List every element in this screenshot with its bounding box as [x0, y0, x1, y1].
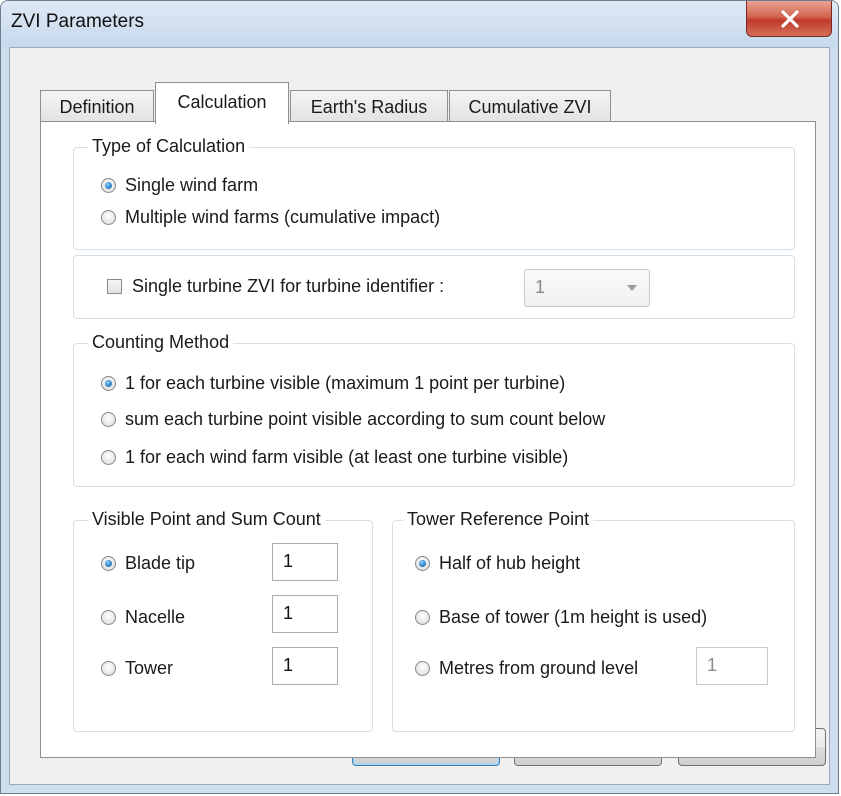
single-turbine-label: Single turbine ZVI for turbine identifie… — [132, 275, 445, 296]
radio-label: Multiple wind farms (cumulative impact) — [125, 206, 441, 227]
dialog-client-area: Definition Calculation Earth's Radius Cu… — [9, 47, 830, 785]
radio-button[interactable] — [101, 449, 116, 465]
radio-label: Nacelle — [125, 606, 186, 627]
tower-reference-legend: Tower Reference Point — [403, 508, 594, 530]
radio-sum-turbine-points[interactable]: sum each turbine point visible according… — [101, 407, 605, 431]
radio-metres-from-ground[interactable]: Metres from ground level — [415, 656, 638, 680]
radio-blade-tip[interactable]: Blade tip — [101, 551, 195, 575]
turbine-identifier-dropdown[interactable]: 1 — [524, 269, 650, 307]
single-turbine-checkbox-row[interactable]: Single turbine ZVI for turbine identifie… — [107, 274, 444, 298]
type-of-calculation-group: Type of Calculation Single wind farm Mul… — [73, 135, 795, 250]
radio-base-of-tower[interactable]: Base of tower (1m height is used) — [415, 605, 707, 629]
radio-button[interactable] — [101, 375, 116, 391]
radio-count-each-wind-farm[interactable]: 1 for each wind farm visible (at least o… — [101, 445, 568, 469]
radio-label: Tower — [125, 657, 174, 678]
radio-count-each-turbine[interactable]: 1 for each turbine visible (maximum 1 po… — [101, 371, 565, 395]
single-turbine-checkbox[interactable] — [107, 278, 122, 294]
radio-button[interactable] — [101, 177, 116, 193]
radio-label: Blade tip — [125, 552, 196, 573]
nacelle-count-input[interactable]: 1 — [272, 595, 338, 633]
counting-method-group: Counting Method 1 for each turbine visib… — [73, 331, 795, 487]
turbine-identifier-value: 1 — [535, 277, 546, 297]
tower-reference-group: Tower Reference Point Half of hub height… — [392, 508, 795, 732]
chevron-down-icon — [627, 285, 637, 291]
radio-single-wind-farm[interactable]: Single wind farm — [101, 173, 258, 197]
type-of-calculation-legend: Type of Calculation — [88, 135, 250, 157]
radio-label: Single wind farm — [125, 174, 259, 195]
visible-point-legend: Visible Point and Sum Count — [88, 508, 325, 530]
single-turbine-group: Single turbine ZVI for turbine identifie… — [73, 255, 795, 319]
radio-button[interactable] — [101, 660, 116, 676]
radio-button[interactable] — [101, 555, 116, 571]
radio-label: Base of tower (1m height is used) — [439, 606, 708, 627]
tower-count-input[interactable]: 1 — [272, 647, 338, 685]
tab-earths-radius[interactable]: Earth's Radius — [290, 90, 448, 124]
calculation-tab-panel: Type of Calculation Single wind farm Mul… — [40, 121, 816, 758]
tab-definition[interactable]: Definition — [40, 90, 154, 124]
tab-cumulative-zvi[interactable]: Cumulative ZVI — [449, 90, 611, 124]
radio-label: Metres from ground level — [439, 657, 639, 678]
tab-calculation[interactable]: Calculation — [155, 82, 289, 124]
radio-button[interactable] — [415, 660, 430, 676]
zvi-parameters-dialog: ZVI Parameters Definition Calculation Ea… — [0, 0, 839, 794]
window-title: ZVI Parameters — [11, 11, 145, 32]
radio-button[interactable] — [101, 609, 116, 625]
radio-button[interactable] — [101, 411, 116, 427]
blade-tip-count-input[interactable]: 1 — [272, 543, 338, 581]
radio-label: Half of hub height — [439, 552, 581, 573]
counting-method-legend: Counting Method — [88, 331, 234, 353]
radio-half-hub-height[interactable]: Half of hub height — [415, 551, 580, 575]
radio-button[interactable] — [415, 555, 430, 571]
close-icon — [781, 10, 799, 28]
radio-label: sum each turbine point visible according… — [125, 408, 606, 429]
radio-button[interactable] — [415, 609, 430, 625]
radio-nacelle[interactable]: Nacelle — [101, 605, 185, 629]
metres-from-ground-input[interactable]: 1 — [696, 647, 768, 685]
radio-button[interactable] — [101, 209, 116, 225]
visible-point-group: Visible Point and Sum Count Blade tip 1 … — [73, 508, 373, 732]
radio-tower[interactable]: Tower — [101, 656, 173, 680]
radio-multiple-wind-farms[interactable]: Multiple wind farms (cumulative impact) — [101, 205, 440, 229]
radio-label: 1 for each wind farm visible (at least o… — [125, 446, 569, 467]
title-bar[interactable]: ZVI Parameters — [1, 1, 838, 47]
radio-label: 1 for each turbine visible (maximum 1 po… — [125, 372, 566, 393]
close-button[interactable] — [746, 1, 832, 37]
